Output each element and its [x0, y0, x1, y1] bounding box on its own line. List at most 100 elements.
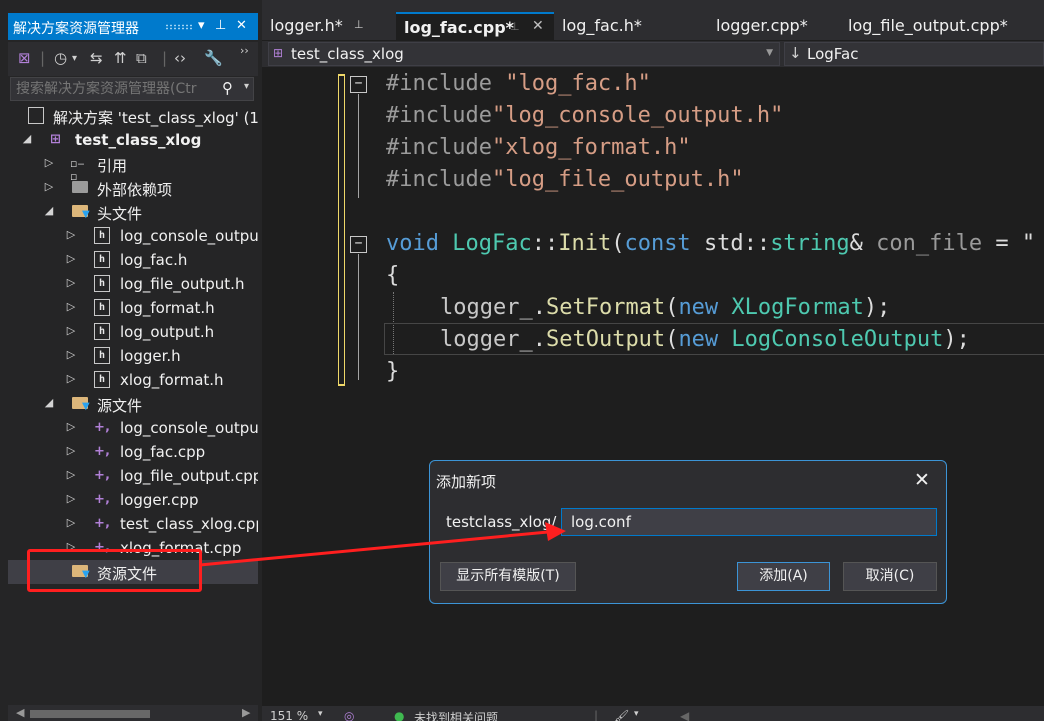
tree-item-header-files[interactable]: ◢ ▼ 头文件: [8, 200, 258, 224]
close-tab-icon[interactable]: ✕: [532, 18, 544, 34]
show-all-templates-button[interactable]: 显示所有模版(T): [440, 562, 576, 591]
collapsed-arrow-icon[interactable]: ▷: [66, 252, 76, 265]
collapsed-arrow-icon[interactable]: ▷: [66, 348, 76, 361]
tree-item-file[interactable]: ▷ +‚ log_console_output.cpp: [8, 416, 258, 440]
dialog-title: 添加新项: [436, 473, 497, 491]
add-button[interactable]: 添加(A): [737, 562, 830, 591]
code-line-1[interactable]: #include "log_fac.h": [386, 68, 651, 100]
pin-tab-icon[interactable]: ⊥: [354, 18, 364, 31]
collapsed-arrow-icon[interactable]: ▷: [44, 180, 54, 193]
collapsed-arrow-icon[interactable]: ▷: [66, 372, 76, 385]
code-editor[interactable]: − − #include "log_fac.h" #include"log_co…: [266, 68, 1044, 706]
tree-item-file[interactable]: ▷ +‚ test_class_xlog.cpp: [8, 512, 258, 536]
code-line-4[interactable]: #include"log_file_output.h": [386, 164, 744, 196]
tab-log-fac-cpp[interactable]: log_fac.cpp* ⊥ ✕: [396, 12, 554, 40]
toolbar-overflow-icon[interactable]: ››: [240, 44, 249, 57]
intellicode-icon[interactable]: ◎: [344, 709, 354, 721]
scroll-right-icon[interactable]: ▶: [242, 706, 250, 719]
tab-log-fac-h[interactable]: log_fac.h*: [554, 12, 690, 40]
code-line-7[interactable]: {: [386, 260, 399, 292]
pending-changes-dropdown-icon[interactable]: ▾: [72, 53, 77, 64]
brush-dropdown-icon[interactable]: ▾: [634, 709, 639, 719]
scroll-left-icon[interactable]: ◀: [680, 709, 689, 721]
pending-changes-icon[interactable]: ◷: [54, 49, 67, 67]
pin-tab-icon[interactable]: ⊥: [510, 20, 520, 33]
fold-toggle-icon[interactable]: −: [350, 76, 367, 93]
expanded-arrow-icon[interactable]: ◢: [44, 204, 54, 217]
fold-toggle-icon[interactable]: −: [350, 236, 367, 253]
tree-item-file[interactable]: ▷ h logger.h: [8, 344, 258, 368]
code-line-2[interactable]: #include"log_console_output.h": [386, 100, 783, 132]
tree-item-file[interactable]: ▷ h log_console_output.h: [8, 224, 258, 248]
code-line-10[interactable]: }: [386, 356, 399, 388]
visual-studio-icon[interactable]: ⊠: [18, 49, 31, 67]
code-line-9[interactable]: logger_.SetOutput(new LogConsoleOutput);: [440, 324, 970, 356]
collapsed-arrow-icon[interactable]: ▷: [66, 468, 76, 481]
collapsed-arrow-icon[interactable]: ▷: [66, 300, 76, 313]
window-position-dropdown-icon[interactable]: ▾: [198, 18, 205, 33]
zoom-level[interactable]: 151 %: [270, 709, 308, 721]
header-file-icon: h: [94, 299, 110, 316]
tree-item-project[interactable]: ◢ ⊞ test_class_xlog: [8, 128, 258, 152]
properties-wrench-icon[interactable]: 🔧: [204, 49, 223, 67]
project-scope-label: test_class_xlog: [291, 45, 404, 63]
scrollbar-thumb[interactable]: [30, 710, 150, 718]
collapsed-arrow-icon[interactable]: ▷: [66, 228, 76, 241]
code-line-8[interactable]: logger_.SetFormat(new XLogFormat);: [440, 292, 890, 324]
issues-status[interactable]: 未找到相关问题: [414, 709, 498, 721]
collapsed-arrow-icon[interactable]: ▷: [66, 444, 76, 457]
tree-item-solution[interactable]: 解决方案 'test_class_xlog' (1 个: [8, 104, 258, 128]
solution-explorer-search[interactable]: ⚲ ▾: [10, 77, 254, 101]
brush-icon[interactable]: 🖌: [614, 709, 629, 721]
collapse-all-icon[interactable]: ⇈: [114, 49, 127, 67]
drag-grip[interactable]: [165, 24, 193, 30]
cpp-project-icon: ⊞: [273, 46, 284, 60]
search-input[interactable]: [16, 79, 216, 99]
sync-icon[interactable]: ⇆: [90, 49, 103, 67]
cancel-button[interactable]: 取消(C): [843, 562, 937, 591]
tree-item-file[interactable]: ▷ h log_format.h: [8, 296, 258, 320]
expanded-arrow-icon[interactable]: ◢: [44, 396, 54, 409]
tree-item-label: 解决方案 'test_class_xlog' (1 个: [53, 109, 258, 127]
search-options-dropdown-icon[interactable]: ▾: [244, 81, 249, 92]
annotation-highlight-box: [27, 549, 202, 592]
chevron-down-icon: ▼: [766, 48, 773, 58]
tree-item-file[interactable]: ▷ +‚ logger.cpp: [8, 488, 258, 512]
tree-item-file[interactable]: ▷ h log_output.h: [8, 320, 258, 344]
project-scope-dropdown[interactable]: ⊞ test_class_xlog ▼: [268, 42, 780, 66]
code-line-3[interactable]: #include"xlog_format.h": [386, 132, 691, 164]
filename-input[interactable]: [561, 508, 937, 536]
tab-log-file-output-cpp[interactable]: log_file_output.cpp*: [840, 12, 1040, 40]
search-icon[interactable]: ⚲: [222, 79, 233, 97]
view-code-icon[interactable]: ‹›: [174, 49, 186, 67]
tree-item-file[interactable]: ▷ h log_fac.h: [8, 248, 258, 272]
tree-item-file[interactable]: ▷ +‚ log_fac.cpp: [8, 440, 258, 464]
collapsed-arrow-icon[interactable]: ▷: [66, 324, 76, 337]
collapsed-arrow-icon[interactable]: ▷: [66, 276, 76, 289]
collapsed-arrow-icon[interactable]: ▷: [44, 156, 54, 169]
collapsed-arrow-icon[interactable]: ▷: [66, 492, 76, 505]
show-all-files-icon[interactable]: ⧉: [136, 49, 147, 67]
tree-item-external-deps[interactable]: ▷ 外部依赖项: [8, 176, 258, 200]
expanded-arrow-icon[interactable]: ◢: [22, 132, 32, 145]
member-dropdown[interactable]: ↓ LogFac: [784, 42, 1044, 66]
zoom-dropdown-icon[interactable]: ▾: [318, 709, 323, 719]
close-panel-icon[interactable]: ✕: [236, 18, 247, 33]
tree-item-source-files[interactable]: ◢ ▼ 源文件: [8, 392, 258, 416]
tree-item-references[interactable]: ▷ ▫‒▫ 引用: [8, 152, 258, 183]
close-dialog-icon[interactable]: ✕: [914, 469, 930, 491]
tab-logger-cpp[interactable]: logger.cpp*: [708, 12, 840, 40]
tree-item-file[interactable]: ▷ +‚ log_file_output.cpp: [8, 464, 258, 488]
tab-logger-h[interactable]: logger.h* ⊥: [262, 12, 394, 40]
code-line-6[interactable]: void LogFac::Init(const std::string& con…: [386, 228, 1035, 260]
type-token: XLogFormat: [731, 295, 864, 320]
explorer-horizontal-scrollbar[interactable]: ◀ ▶: [8, 705, 258, 721]
tree-item-file[interactable]: ▷ h log_file_output.h: [8, 272, 258, 296]
solution-explorer-titlebar[interactable]: 解决方案资源管理器 ▾ ⊥ ✕: [8, 13, 258, 40]
preprocessor-token: #include: [386, 167, 492, 192]
scroll-left-icon[interactable]: ◀: [16, 706, 24, 719]
collapsed-arrow-icon[interactable]: ▷: [66, 420, 76, 433]
tree-item-file[interactable]: ▷ h xlog_format.h: [8, 368, 258, 392]
collapsed-arrow-icon[interactable]: ▷: [66, 516, 76, 529]
pin-icon[interactable]: ⊥: [215, 18, 226, 33]
